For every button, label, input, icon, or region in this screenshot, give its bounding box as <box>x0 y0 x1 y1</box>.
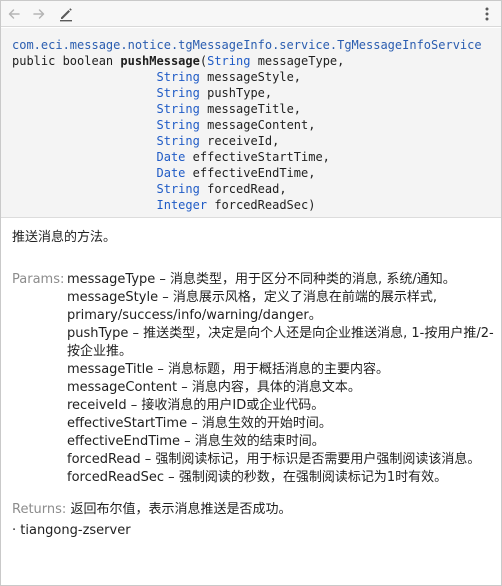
param-type[interactable]: String <box>157 86 200 100</box>
method-name: pushMessage <box>120 54 200 68</box>
signature-param-line: Integer forcedReadSec) <box>12 197 501 213</box>
param-type[interactable]: String <box>157 70 200 84</box>
signature-param-line: Date effectiveEndTime, <box>12 165 501 181</box>
param-doc-item: forcedReadSec – 强制阅读的秒数，在强制阅读标记为1时有效。 <box>67 470 448 485</box>
param-type[interactable]: String <box>157 134 200 148</box>
method-modifiers: public boolean <box>12 54 121 68</box>
returns-text: 返回布尔值，表示消息推送是否成功。 <box>70 502 292 517</box>
back-button[interactable] <box>4 4 24 24</box>
param-type[interactable]: String <box>207 54 250 68</box>
documentation-popup: com.eci.message.notice.tgMessageInfo.ser… <box>0 0 502 586</box>
vertical-dots-icon <box>485 7 489 21</box>
param-name: messageStyle, <box>207 70 302 84</box>
signature-first-line: public boolean pushMessage(String messag… <box>12 53 501 69</box>
param-type[interactable]: Date <box>157 150 186 164</box>
param-doc-item: messageTitle – 消息标题，用于概括消息的主要内容。 <box>67 362 390 377</box>
signature-param-line: String receiveId, <box>12 133 501 149</box>
param-doc-item: effectiveEndTime – 消息生效的结束时间。 <box>67 434 325 449</box>
param-name: messageTitle, <box>207 102 302 116</box>
param-type[interactable]: String <box>157 118 200 132</box>
param-doc-item: pushType – 推送类型，决定是向个人还是向企业推送消息, 1-按用户推/… <box>67 326 494 359</box>
module-name: · tiangong-zserver <box>12 523 131 538</box>
signature-param-line: Date effectiveStartTime, <box>12 149 501 165</box>
param-name: messageContent, <box>207 118 316 132</box>
more-options-button[interactable] <box>477 4 497 24</box>
method-signature: com.eci.message.notice.tgMessageInfo.ser… <box>1 28 501 218</box>
signature-param-line: String pushType, <box>12 85 501 101</box>
forward-button[interactable] <box>29 4 49 24</box>
returns-label: Returns: <box>12 502 67 517</box>
param-name: pushType, <box>207 86 273 100</box>
param-doc-item: receiveId – 接收消息的用户ID或企业代码。 <box>67 398 325 413</box>
param-doc-item: effectiveStartTime – 消息生效的开始时间。 <box>67 416 332 431</box>
params-list: messageType – 消息类型，用于区分不同种类的消息, 系统/通知。 m… <box>67 271 497 487</box>
arrow-left-icon <box>8 9 20 19</box>
param-name: receiveId, <box>207 134 280 148</box>
param-type[interactable]: Integer <box>157 198 208 212</box>
pencil-icon <box>60 8 72 22</box>
signature-param-line: String forcedRead, <box>12 181 501 197</box>
signature-param-line: String messageContent, <box>12 117 501 133</box>
param-type[interactable]: String <box>157 182 200 196</box>
param-type[interactable]: Date <box>157 166 186 180</box>
arrow-right-icon <box>33 9 45 19</box>
param-name: forcedRead, <box>207 182 287 196</box>
method-description: 推送消息的方法。 <box>12 230 117 245</box>
param-doc-item: messageStyle – 消息展示风格，定义了消息在前端的展示样式, pri… <box>67 290 437 323</box>
signature-param-line: String messageStyle, <box>12 69 501 85</box>
open-paren: ( <box>199 54 208 68</box>
qualified-class-name[interactable]: com.eci.message.notice.tgMessageInfo.ser… <box>12 37 501 53</box>
signature-param-line: String messageTitle, <box>12 101 501 117</box>
params-label: Params: <box>12 272 65 287</box>
param-type[interactable]: String <box>157 102 200 116</box>
returns-section: Returns: 返回布尔值，表示消息推送是否成功。 <box>12 501 291 519</box>
param-name: effectiveStartTime, <box>192 150 330 164</box>
param-doc-item: messageContent – 消息内容，具体的消息文本。 <box>67 380 361 395</box>
doc-toolbar <box>1 1 501 27</box>
param-name: forcedReadSec) <box>214 198 316 212</box>
param-name: effectiveEndTime, <box>192 166 316 180</box>
param-doc-item: messageType – 消息类型，用于区分不同种类的消息, 系统/通知。 <box>67 272 456 287</box>
edit-source-button[interactable] <box>56 4 76 24</box>
param-name: messageType, <box>257 54 345 68</box>
param-doc-item: forcedRead – 强制阅读标记，用于标识是否需要用户强制阅读该消息。 <box>67 452 481 467</box>
